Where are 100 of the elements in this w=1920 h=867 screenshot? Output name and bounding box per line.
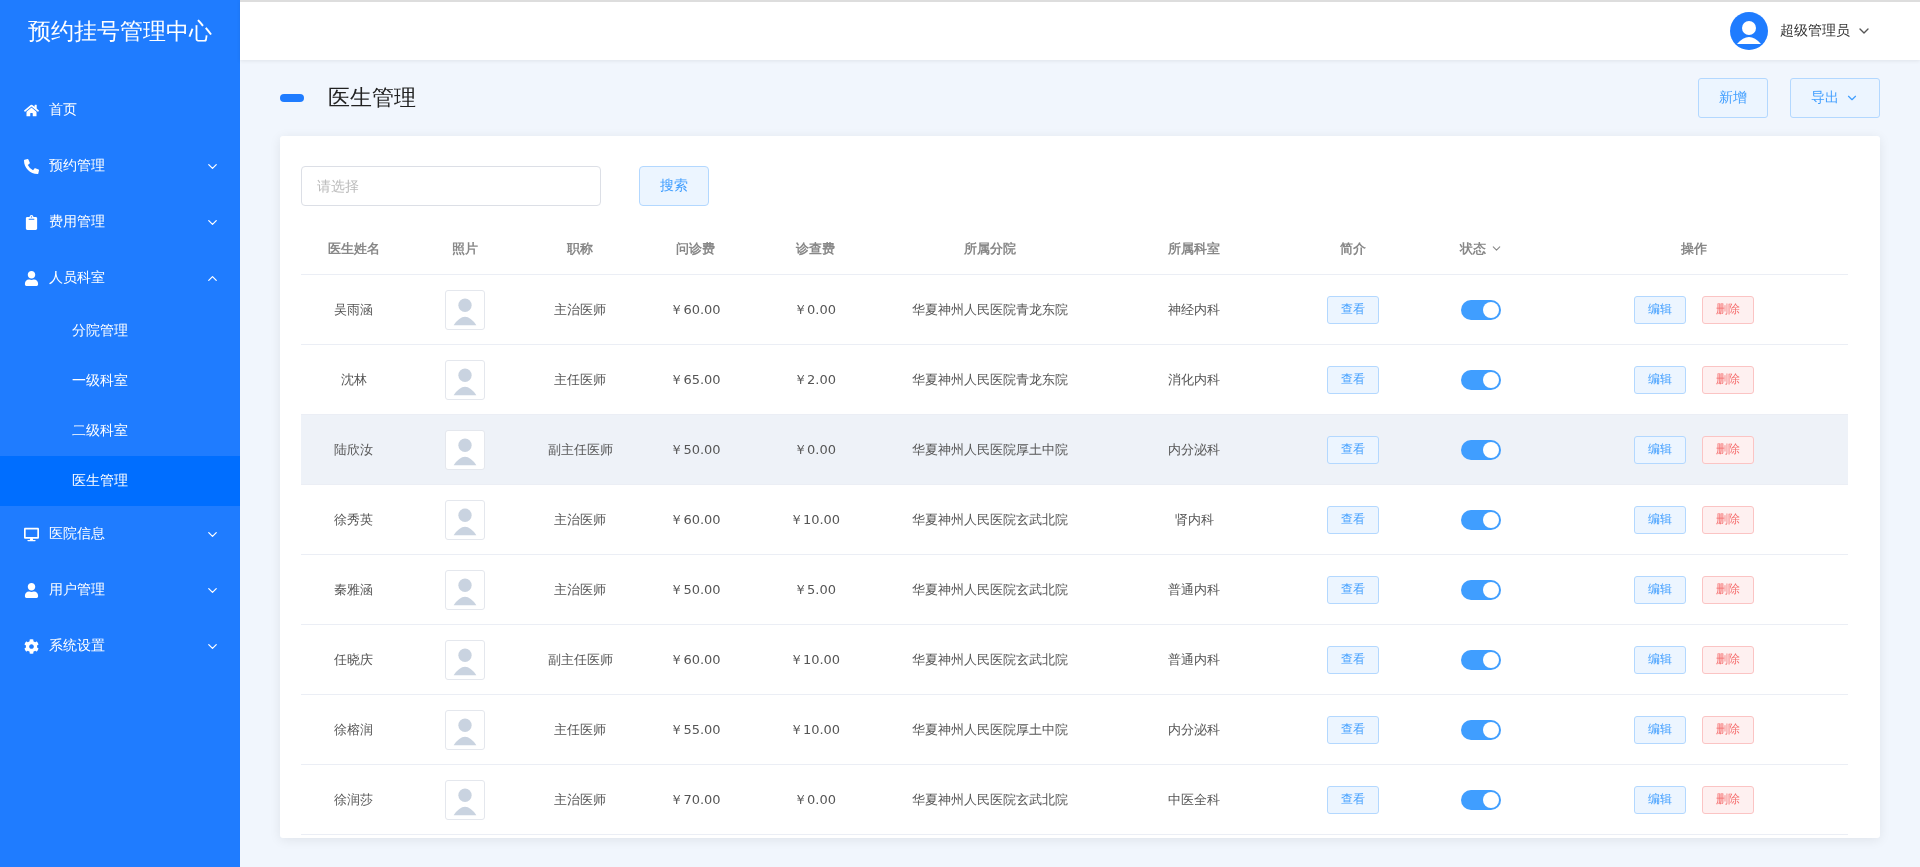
doctor-avatar-icon — [445, 429, 485, 470]
table-cell: 吴雨涵 — [334, 300, 373, 319]
doctor-avatar-icon — [445, 499, 485, 540]
menu-item[interactable]: 人员科室 — [0, 250, 240, 306]
table-cell: 普通内科 — [1168, 650, 1220, 669]
search-button[interactable]: 搜索 — [639, 166, 709, 206]
phone-icon — [24, 158, 39, 174]
edit-button[interactable]: 编辑 — [1634, 435, 1686, 464]
delete-button[interactable]: 删除 — [1702, 435, 1754, 464]
table-cell: ￥0.00 — [794, 790, 836, 809]
table-cell: 中医全科 — [1168, 790, 1220, 809]
toolbar-button[interactable]: 新增 — [1698, 78, 1768, 118]
edit-button[interactable]: 编辑 — [1634, 505, 1686, 534]
app-title: 预约挂号管理中心 — [27, 16, 213, 46]
delete-button[interactable]: 删除 — [1702, 645, 1754, 674]
status-toggle[interactable] — [1461, 579, 1501, 600]
table-cell: 神经内科 — [1168, 300, 1220, 319]
view-button[interactable]: 查看 — [1326, 575, 1379, 604]
view-button[interactable]: 查看 — [1326, 505, 1379, 534]
edit-button[interactable]: 编辑 — [1634, 295, 1686, 324]
table-cell: 沈林 — [340, 370, 367, 389]
column-header: 简介 — [1339, 239, 1366, 258]
status-toggle[interactable] — [1461, 719, 1501, 740]
monitor-icon — [24, 526, 39, 542]
column-header: 职称 — [567, 239, 593, 258]
submenu-item[interactable]: 二级科室 — [0, 406, 240, 456]
delete-button[interactable]: 删除 — [1702, 505, 1754, 534]
table-cell: 华夏神州人民医院玄武北院 — [912, 510, 1068, 529]
doctor-avatar-icon — [445, 289, 485, 330]
menu-item[interactable]: 首页 — [0, 82, 240, 138]
edit-button[interactable]: 编辑 — [1634, 365, 1686, 394]
table-cell: ￥5.00 — [794, 580, 836, 599]
clipboard-icon — [24, 214, 39, 230]
table-cell: 副主任医师 — [547, 440, 613, 459]
view-button[interactable]: 查看 — [1326, 365, 1379, 394]
table-cell: ￥10.00 — [789, 510, 841, 529]
view-button[interactable]: 查看 — [1326, 715, 1379, 744]
table-cell: 华夏神州人民医院玄武北院 — [912, 790, 1068, 809]
table-cell: ￥10.00 — [789, 720, 841, 739]
user-icon — [24, 582, 39, 598]
home-icon — [24, 102, 39, 118]
menu-item[interactable]: 费用管理 — [0, 194, 240, 250]
column-header: 医生姓名 — [327, 239, 380, 258]
view-button[interactable]: 查看 — [1326, 645, 1379, 674]
delete-button[interactable]: 删除 — [1702, 295, 1754, 324]
title-marker — [280, 94, 304, 102]
table-cell: 秦雅涵 — [334, 580, 373, 599]
table-cell: ￥65.00 — [670, 370, 721, 389]
search-field[interactable]: 请选择 — [301, 166, 601, 206]
status-toggle[interactable] — [1461, 789, 1501, 810]
delete-button[interactable]: 删除 — [1702, 715, 1754, 744]
table-cell: ￥70.00 — [670, 790, 721, 809]
status-toggle[interactable] — [1461, 369, 1501, 390]
table-cell: 徐润莎 — [334, 790, 373, 809]
avatar-icon[interactable] — [1730, 12, 1768, 50]
table-cell: 徐秀英 — [334, 510, 373, 529]
table-cell: ￥60.00 — [670, 300, 721, 319]
status-toggle[interactable] — [1461, 649, 1501, 670]
settings-icon — [24, 638, 39, 654]
status-toggle[interactable] — [1461, 439, 1501, 460]
toolbar-button[interactable]: 导出 — [1790, 78, 1880, 118]
delete-button[interactable]: 删除 — [1702, 365, 1754, 394]
delete-button[interactable]: 删除 — [1702, 575, 1754, 604]
table-cell: 肾内科 — [1174, 510, 1214, 529]
view-button[interactable]: 查看 — [1326, 785, 1379, 814]
page-title: 医生管理 — [328, 84, 417, 112]
table-cell: ￥10.00 — [789, 650, 841, 669]
delete-button[interactable]: 删除 — [1702, 785, 1754, 814]
menu-item[interactable]: 医院信息 — [0, 506, 240, 562]
column-header: 所属分院 — [964, 239, 1016, 258]
table-cell: ￥60.00 — [670, 510, 721, 529]
view-button[interactable]: 查看 — [1326, 435, 1379, 464]
table-cell: ￥0.00 — [794, 440, 836, 459]
table-cell: 主治医师 — [554, 790, 606, 809]
table-cell: 华夏神州人民医院玄武北院 — [912, 580, 1068, 599]
submenu-item[interactable]: 医生管理 — [0, 456, 240, 506]
edit-button[interactable]: 编辑 — [1634, 785, 1686, 814]
table-cell: 内分泌科 — [1168, 440, 1220, 459]
table-cell: ￥50.00 — [670, 440, 721, 459]
status-toggle[interactable] — [1461, 299, 1501, 320]
menu-item[interactable]: 系统设置 — [0, 618, 240, 674]
view-button[interactable]: 查看 — [1326, 295, 1379, 324]
submenu-item[interactable]: 一级科室 — [0, 356, 240, 406]
doctor-avatar-icon — [445, 569, 485, 610]
column-header: 问诊费 — [676, 239, 715, 258]
status-toggle[interactable] — [1461, 509, 1501, 530]
table-cell: ￥0.00 — [794, 300, 836, 319]
submenu-item[interactable]: 分院管理 — [0, 306, 240, 356]
column-header: 所属科室 — [1168, 239, 1220, 258]
edit-button[interactable]: 编辑 — [1634, 715, 1686, 744]
table-cell: 消化内科 — [1168, 370, 1220, 389]
menu-item[interactable]: 用户管理 — [0, 562, 240, 618]
menu-item[interactable]: 预约管理 — [0, 138, 240, 194]
user-name[interactable]: 超级管理员 — [1780, 22, 1850, 40]
table-cell: 华夏神州人民医院玄武北院 — [912, 650, 1068, 669]
user-icon — [24, 270, 39, 286]
column-header: 操作 — [1681, 239, 1707, 258]
doctor-avatar-icon — [445, 709, 485, 750]
edit-button[interactable]: 编辑 — [1634, 575, 1686, 604]
edit-button[interactable]: 编辑 — [1634, 645, 1686, 674]
